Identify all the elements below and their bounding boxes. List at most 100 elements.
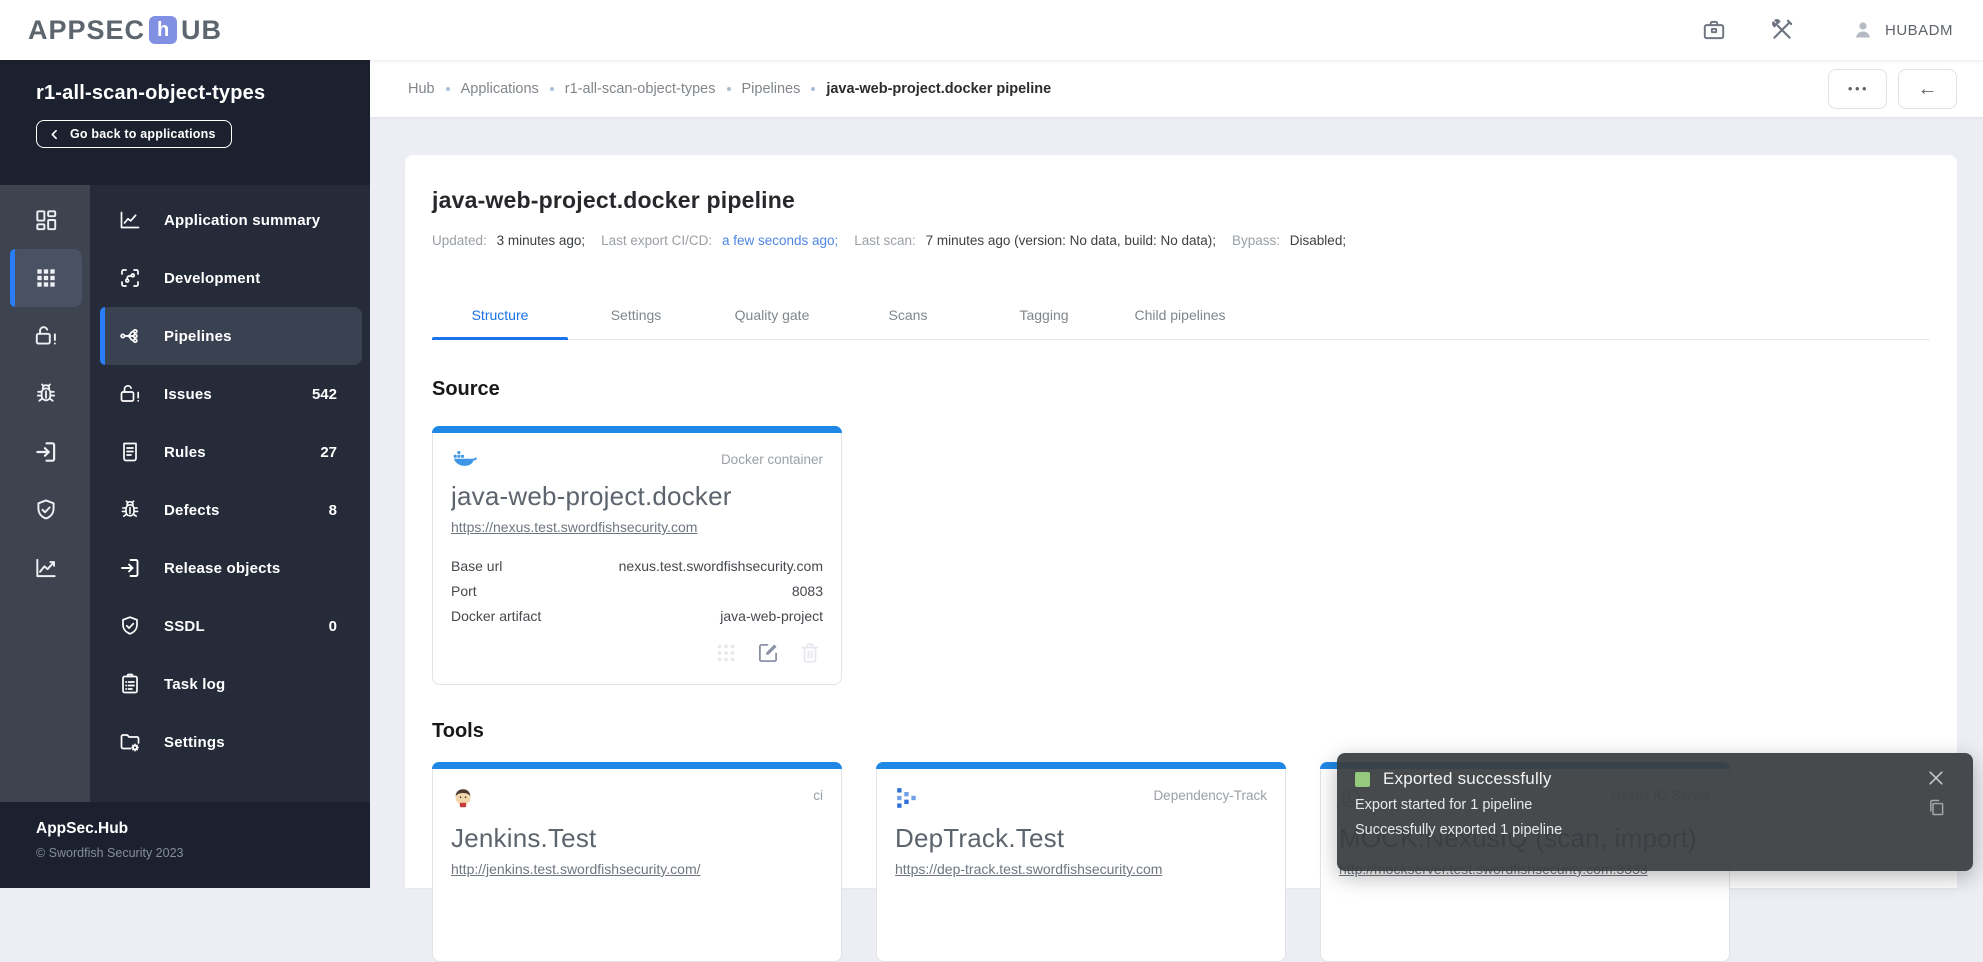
username-label: HUBADM xyxy=(1884,21,1953,39)
rail-item-applications[interactable] xyxy=(10,249,82,307)
toast-notification: Exported successfully Export started for… xyxy=(1337,753,1973,871)
lock-open-alert-icon xyxy=(118,382,142,406)
rail-item-release-objects[interactable] xyxy=(10,423,82,481)
tool-link[interactable]: https://dep-track.test.swordfishsecurity… xyxy=(895,861,1162,877)
sidebar-item-application-summary[interactable]: Application summary xyxy=(100,191,362,249)
lock-open-alert-icon xyxy=(35,326,56,345)
sidebar-header: r1-all-scan-object-types Go back to appl… xyxy=(0,60,370,185)
application-name: r1-all-scan-object-types xyxy=(36,82,266,104)
toast-title: Exported successfully xyxy=(1383,769,1552,788)
breadcrumb: Hub Applications r1-all-scan-object-type… xyxy=(408,81,1051,97)
tool-card-jenkins: ci Jenkins.Test http://jenkins.test.swor… xyxy=(432,762,842,962)
tab-child-pipelines[interactable]: Child pipelines xyxy=(1112,289,1248,339)
meta-last-scan-value: 7 minutes ago (version: No data, build: … xyxy=(925,233,1216,248)
tab-scans[interactable]: Scans xyxy=(840,289,976,339)
meta-last-export-link[interactable]: a few seconds ago; xyxy=(722,233,838,248)
breadcrumb-separator xyxy=(445,86,450,91)
tab-tagging[interactable]: Tagging xyxy=(976,289,1112,339)
exit-to-app-icon xyxy=(118,556,142,580)
tool-title: DepTrack.Test xyxy=(895,823,1065,853)
exit-to-app-icon xyxy=(36,442,56,462)
breadcrumb-applications[interactable]: Applications xyxy=(461,81,539,97)
go-back-to-applications-button[interactable]: Go back to applications xyxy=(36,120,232,148)
user-menu[interactable]: HUBADM xyxy=(1851,18,1953,42)
app-logo[interactable]: APPSEC h UB xyxy=(28,16,222,44)
rules-scroll-icon xyxy=(118,440,142,464)
close-icon[interactable] xyxy=(1926,768,1946,788)
rail-item-issues[interactable] xyxy=(10,307,82,365)
back-button[interactable]: ← xyxy=(1898,68,1957,109)
sidebar-menu: Application summary Development Pipeline… xyxy=(90,185,370,802)
sidebar-item-issues[interactable]: Issues 542 xyxy=(100,365,362,423)
sidebar-item-defects[interactable]: Defects 8 xyxy=(100,481,362,539)
rail-item-dashboard[interactable] xyxy=(10,191,82,249)
toast-message-2: Successfully exported 1 pipeline xyxy=(1355,822,1563,838)
source-link[interactable]: https://nexus.test.swordfishsecurity.com xyxy=(451,519,697,535)
meta-bypass-label: Bypass: xyxy=(1232,233,1281,248)
rail-item-defects[interactable] xyxy=(10,365,82,423)
meta-updated-label: Updated: xyxy=(432,233,487,248)
sidebar-item-task-log[interactable]: Task log xyxy=(100,655,362,713)
source-title: java-web-project.docker xyxy=(451,481,732,511)
sidebar-item-settings[interactable]: Settings xyxy=(100,713,362,771)
logo-hub-icon: h xyxy=(149,16,178,44)
field-port: Port 8083 xyxy=(451,582,823,599)
meta-bypass-value: Disabled; xyxy=(1289,233,1347,248)
rail-item-analytics[interactable] xyxy=(10,539,82,597)
breadcrumb-pipelines[interactable]: Pipelines xyxy=(742,81,801,97)
tool-type-label: Dependency-Track xyxy=(1153,788,1267,803)
briefcase-icon[interactable] xyxy=(1701,17,1727,43)
icon-rail xyxy=(0,185,90,802)
task-log-clipboard-icon xyxy=(118,672,142,696)
tool-card-deptrack: Dependency-Track DepTrack.Test https://d… xyxy=(876,762,1286,962)
dashboard-icon xyxy=(36,210,57,231)
breadcrumb-application[interactable]: r1-all-scan-object-types xyxy=(565,81,716,97)
sidebar-item-rules[interactable]: Rules 27 xyxy=(100,423,362,481)
shield-check-icon xyxy=(118,614,142,638)
chart-line-icon xyxy=(118,208,142,232)
breadcrumb-separator xyxy=(549,86,554,91)
rail-item-ssdl[interactable] xyxy=(10,481,82,539)
tab-structure[interactable]: Structure xyxy=(432,289,568,340)
breadcrumb-bar: Hub Applications r1-all-scan-object-type… xyxy=(370,60,1983,117)
breadcrumb-hub[interactable]: Hub xyxy=(408,81,435,97)
tab-settings[interactable]: Settings xyxy=(568,289,704,339)
pipeline-tabs: Structure Settings Quality gate Scans Ta… xyxy=(432,289,1930,340)
sidebar-item-release-objects[interactable]: Release objects xyxy=(100,539,362,597)
tool-title: Jenkins.Test xyxy=(451,823,597,853)
sidebar-footer: AppSec.Hub © Swordfish Security 2023 xyxy=(0,802,370,888)
analytics-chart-icon xyxy=(36,558,56,578)
copy-icon[interactable] xyxy=(1926,797,1947,818)
drag-handle-icon[interactable] xyxy=(713,640,739,666)
source-card: Docker container java-web-project.docker… xyxy=(432,426,842,685)
copyright: © Swordfish Security 2023 xyxy=(36,846,184,860)
trash-icon[interactable] xyxy=(797,640,823,666)
source-type-label: Docker container xyxy=(720,452,823,467)
product-name: AppSec.Hub xyxy=(36,820,129,837)
success-status-icon xyxy=(1355,771,1370,787)
meta-last-export-label: Last export CI/CD: xyxy=(601,233,713,248)
tool-link[interactable]: http://jenkins.test.swordfishsecurity.co… xyxy=(451,861,701,877)
meta-last-scan-label: Last scan: xyxy=(854,233,916,248)
edit-icon[interactable] xyxy=(755,640,781,666)
sidebar-item-pipelines[interactable]: Pipelines xyxy=(100,307,362,365)
tab-quality-gate[interactable]: Quality gate xyxy=(704,289,840,339)
more-actions-button[interactable]: ••• xyxy=(1828,68,1887,109)
folder-gear-icon xyxy=(118,730,142,754)
dependency-track-icon xyxy=(895,786,919,810)
sidebar-item-development[interactable]: Development xyxy=(100,249,362,307)
bug-icon xyxy=(36,383,56,402)
crossed-tools-icon[interactable] xyxy=(1769,17,1795,43)
card-accent-bar xyxy=(432,426,842,433)
sidebar-item-ssdl[interactable]: SSDL 0 xyxy=(100,597,362,655)
field-docker-artifact: Docker artifact java-web-project xyxy=(451,607,823,624)
breadcrumb-current-page: java-web-project.docker pipeline xyxy=(826,80,1052,97)
source-fields: Base url nexus.test.swordfishsecurity.co… xyxy=(451,553,823,628)
shield-check-icon xyxy=(37,499,55,520)
apps-grid-icon xyxy=(37,269,55,287)
breadcrumb-separator xyxy=(811,86,816,91)
logo-text-prefix: APPSEC xyxy=(28,14,146,45)
pipeline-branch-icon xyxy=(118,324,142,348)
development-brackets-icon xyxy=(118,266,142,290)
chevron-left-icon xyxy=(51,129,57,139)
